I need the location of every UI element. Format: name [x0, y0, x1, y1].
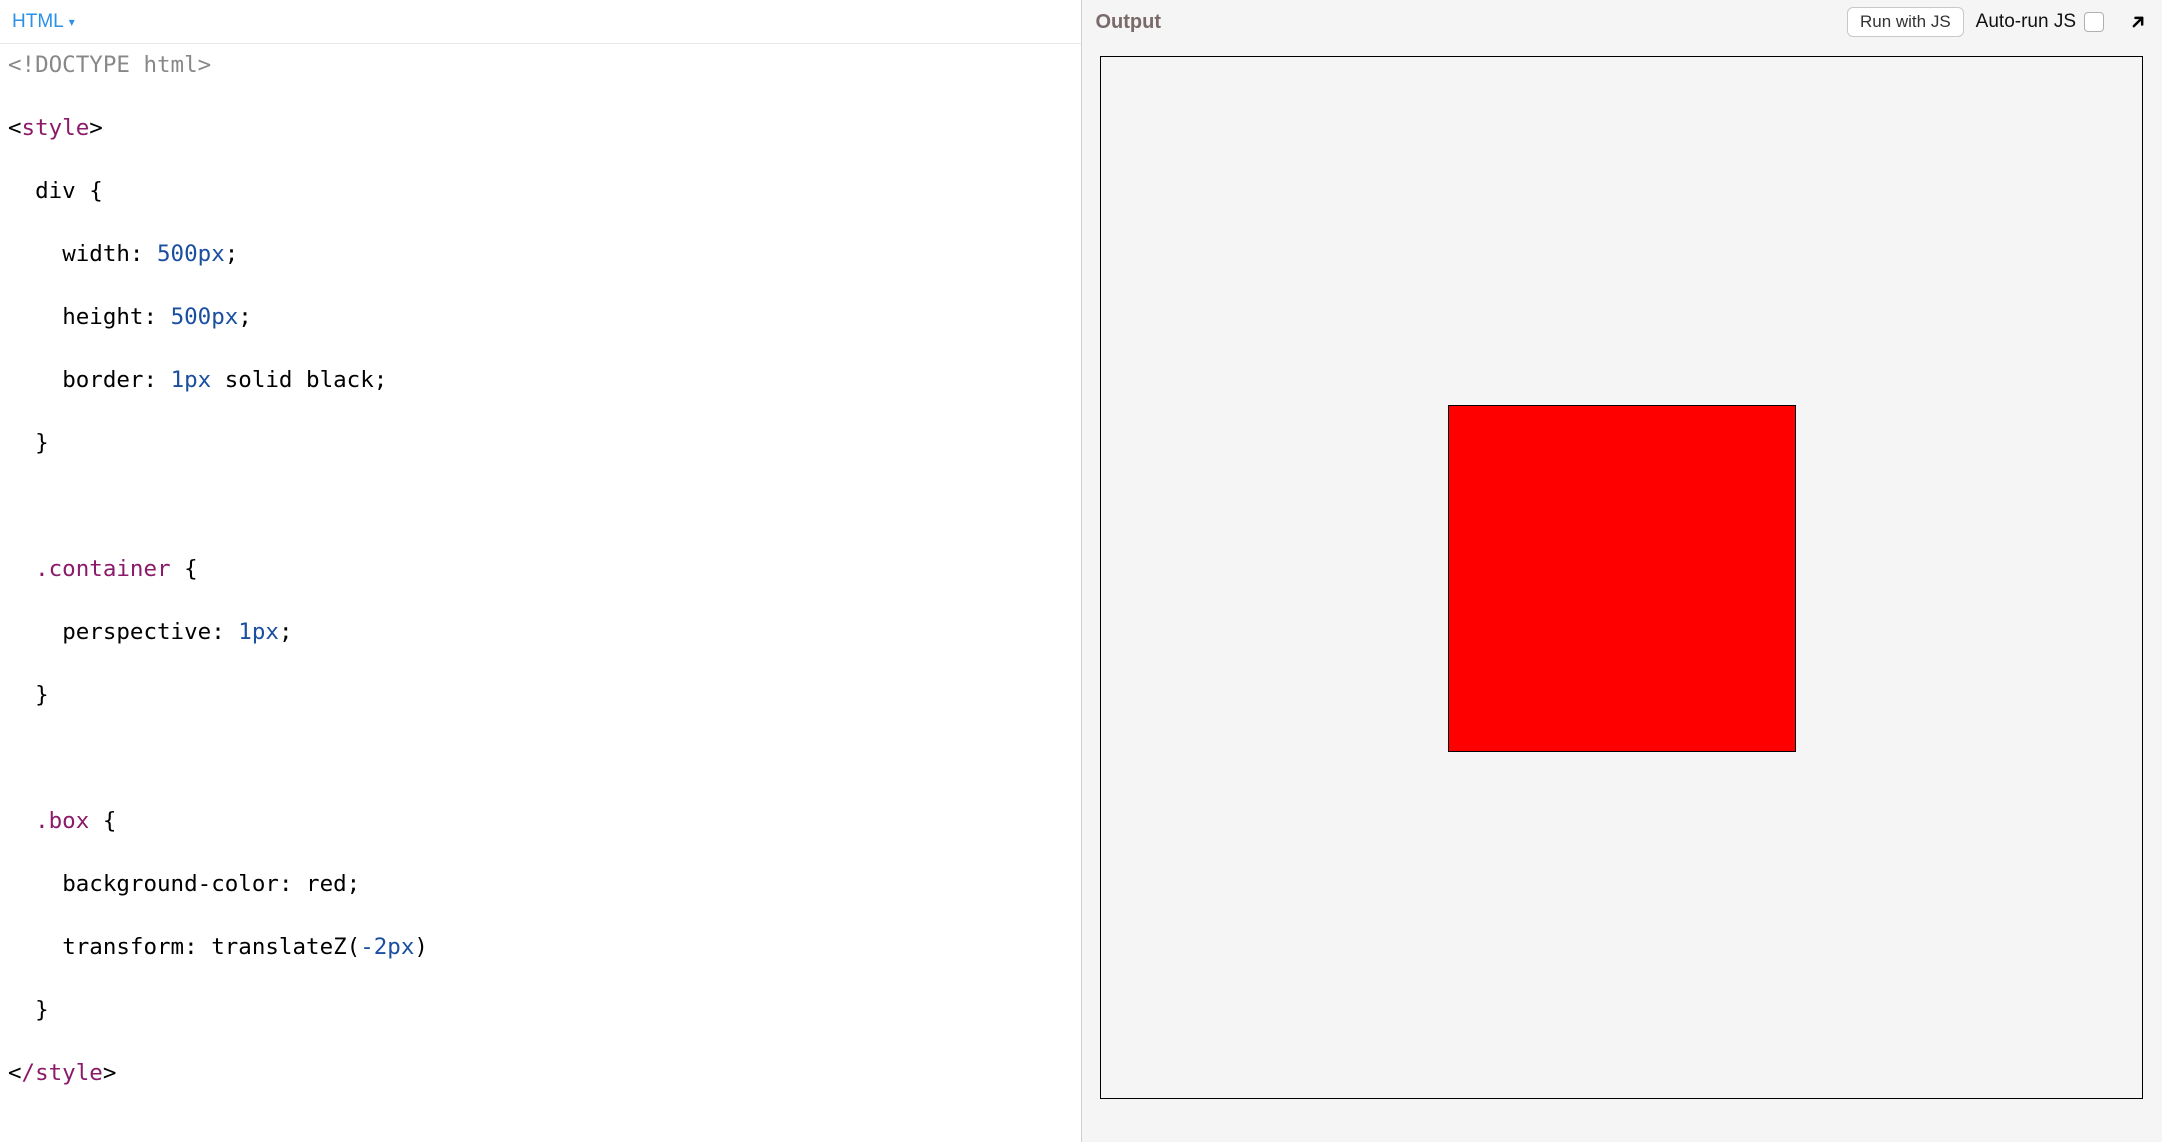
- run-with-js-button[interactable]: Run with JS: [1847, 7, 1964, 37]
- output-header: Output Run with JS Auto-run JS: [1082, 0, 2162, 44]
- output-title: Output: [1096, 11, 1835, 34]
- code-line: </style>: [8, 1058, 1073, 1090]
- language-dropdown[interactable]: HTML ▾: [12, 11, 75, 33]
- output-body: [1082, 44, 2162, 1142]
- code-editor[interactable]: <!DOCTYPE html> <style> div { width: 500…: [0, 44, 1081, 1142]
- code-line: height: 500px;: [8, 302, 1073, 334]
- preview-container: [1100, 56, 2143, 1099]
- code-line: [8, 1121, 1073, 1142]
- code-line: width: 500px;: [8, 239, 1073, 271]
- code-line: border: 1px solid black;: [8, 365, 1073, 397]
- code-line: <!DOCTYPE html>: [8, 50, 1073, 82]
- output-pane: Output Run with JS Auto-run JS: [1082, 0, 2162, 1142]
- code-line: }: [8, 428, 1073, 460]
- code-line: .container {: [8, 554, 1073, 586]
- code-line: [8, 491, 1073, 523]
- editor-header: HTML ▾: [0, 0, 1081, 44]
- code-line: }: [8, 995, 1073, 1027]
- autorun-checkbox[interactable]: [2084, 12, 2104, 32]
- chevron-down-icon: ▾: [69, 15, 75, 29]
- code-line: }: [8, 680, 1073, 712]
- code-line: div {: [8, 176, 1073, 208]
- language-label: HTML: [12, 11, 64, 33]
- code-line: transform: translateZ(-2px): [8, 932, 1073, 964]
- preview-frame: [1100, 56, 2145, 1124]
- code-line: <style>: [8, 113, 1073, 145]
- code-line: [8, 743, 1073, 775]
- editor-pane: HTML ▾ <!DOCTYPE html> <style> div { wid…: [0, 0, 1082, 1142]
- preview-box: [1448, 405, 1796, 753]
- autorun-label: Auto-run JS: [1976, 11, 2076, 33]
- autorun-toggle: Auto-run JS: [1976, 11, 2104, 33]
- code-line: perspective: 1px;: [8, 617, 1073, 649]
- expand-icon[interactable]: [2128, 12, 2148, 32]
- code-line: .box {: [8, 806, 1073, 838]
- code-line: background-color: red;: [8, 869, 1073, 901]
